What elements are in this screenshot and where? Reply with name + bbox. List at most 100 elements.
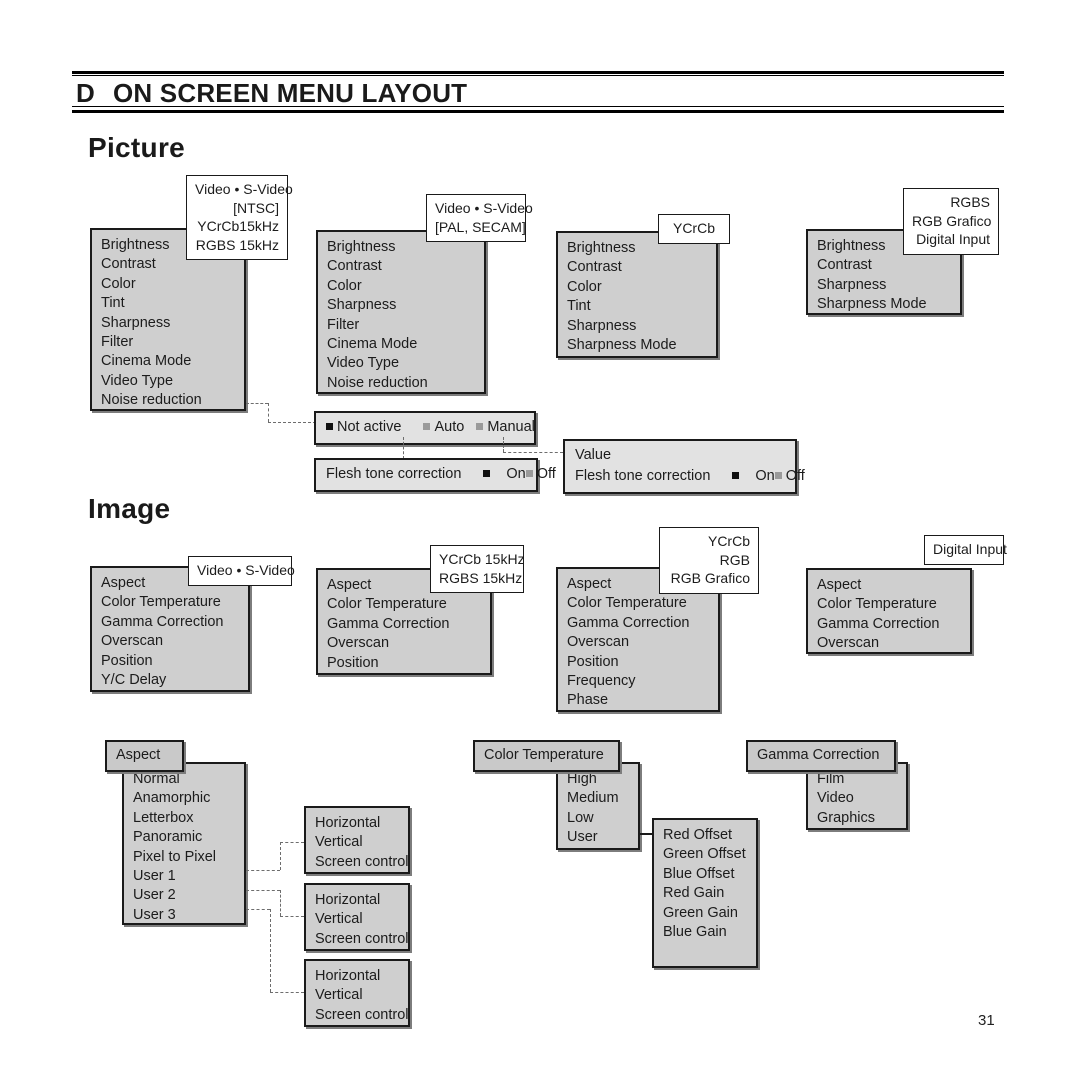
menu-item[interactable]: Gamma Correction	[101, 613, 239, 632]
menu-item[interactable]: Film	[817, 770, 897, 789]
flesh-tone-correction-bar-left[interactable]: Flesh tone correction On Off	[314, 458, 556, 492]
menu-item[interactable]: Horizontal	[315, 891, 399, 910]
menu-item[interactable]: Overscan	[101, 632, 239, 651]
menu-item[interactable]: User	[567, 828, 629, 847]
menu-item[interactable]: Aspect	[817, 576, 961, 595]
menu-item[interactable]: Phase	[567, 691, 709, 710]
flesh-tone-row[interactable]: Flesh tone correction On Off	[575, 466, 805, 487]
menu-item[interactable]: Color	[567, 278, 707, 297]
menu-item[interactable]: Pixel to Pixel	[133, 848, 235, 867]
menu-item[interactable]: Video Type	[101, 372, 235, 391]
menu-item[interactable]: Red Gain	[663, 884, 747, 903]
menu-item[interactable]: Tint	[567, 297, 707, 316]
menu-item[interactable]: Sharpness	[101, 314, 235, 333]
menu-item[interactable]: Position	[327, 654, 481, 673]
option-label[interactable]: Off	[786, 468, 805, 484]
option-label[interactable]: Not active	[337, 419, 401, 435]
radio-selected-icon[interactable]	[732, 472, 740, 479]
menu-item[interactable]: Overscan	[817, 634, 961, 653]
option-label[interactable]: On	[755, 468, 774, 484]
submenu-title-aspect[interactable]: Aspect	[105, 740, 184, 772]
menu-item[interactable]: Gamma Correction	[817, 615, 961, 634]
menu-item[interactable]: Noise reduction	[101, 391, 235, 410]
menu-item[interactable]: Color	[101, 275, 235, 294]
menu-aspect-options[interactable]: Normal Anamorphic Letterbox Panoramic Pi…	[122, 762, 246, 925]
menu-color-temperature-options[interactable]: High Medium Low User	[556, 762, 640, 850]
menu-item[interactable]: Filter	[327, 316, 475, 335]
menu-item[interactable]: Vertical	[315, 986, 399, 1005]
menu-item[interactable]: Tint	[101, 294, 235, 313]
menu-item[interactable]: Y/C Delay	[101, 671, 239, 690]
menu-gamma-correction-options[interactable]: Film Video Graphics	[806, 762, 908, 830]
menu-item[interactable]: Letterbox	[133, 809, 235, 828]
menu-item[interactable]: Red Offset	[663, 826, 747, 845]
menu-item[interactable]: Screen control	[315, 930, 409, 949]
menu-item[interactable]: Horizontal	[315, 814, 399, 833]
menu-item[interactable]: Sharpness	[567, 317, 707, 336]
radio-unselected-icon[interactable]	[476, 423, 484, 430]
radio-unselected-icon[interactable]	[774, 472, 782, 479]
menu-item[interactable]: Sharpness Mode	[567, 336, 707, 355]
menu-item[interactable]: Normal	[133, 770, 235, 789]
menu-item[interactable]: Horizontal	[315, 967, 399, 986]
menu-item[interactable]: Blue Gain	[663, 923, 747, 942]
menu-image-4[interactable]: Aspect Color Temperature Gamma Correctio…	[806, 568, 972, 654]
menu-item[interactable]: Gamma Correction	[567, 614, 709, 633]
menu-item[interactable]: Noise reduction	[327, 374, 475, 393]
menu-item[interactable]: Color	[327, 277, 475, 296]
menu-item[interactable]: Blue Offset	[663, 865, 747, 884]
menu-item[interactable]: Panoramic	[133, 828, 235, 847]
menu-item[interactable]: Color Temperature	[101, 593, 239, 612]
menu-item[interactable]: Graphics	[817, 809, 897, 828]
menu-picture-2[interactable]: Brightness Contrast Color Sharpness Filt…	[316, 230, 486, 394]
menu-item[interactable]: Contrast	[817, 256, 951, 275]
option-label[interactable]: Manual	[487, 419, 535, 435]
menu-user-1-settings[interactable]: Horizontal Vertical Screen control	[304, 806, 410, 874]
option-label[interactable]: On	[506, 466, 525, 482]
menu-item[interactable]: Green Offset	[663, 845, 747, 864]
menu-item[interactable]: Frequency	[567, 672, 709, 691]
menu-item[interactable]: User 2	[133, 886, 235, 905]
option-label[interactable]: Off	[537, 466, 556, 482]
menu-item[interactable]: Vertical	[315, 833, 399, 852]
menu-item[interactable]: Vertical	[315, 910, 399, 929]
menu-item[interactable]: Sharpness	[817, 276, 951, 295]
menu-item[interactable]: Green Gain	[663, 904, 747, 923]
menu-item[interactable]: Gamma Correction	[327, 615, 481, 634]
menu-user-3-settings[interactable]: Horizontal Vertical Screen control	[304, 959, 410, 1027]
menu-item[interactable]: Filter	[101, 333, 235, 352]
menu-user-2-settings[interactable]: Horizontal Vertical Screen control	[304, 883, 410, 951]
menu-item[interactable]: Cinema Mode	[327, 335, 475, 354]
flesh-tone-correction-bar-right[interactable]: Value Flesh tone correction On Off	[563, 439, 805, 494]
submenu-title-color-temperature[interactable]: Color Temperature	[473, 740, 620, 772]
menu-item[interactable]: Sharpness Mode	[817, 295, 951, 314]
menu-item[interactable]: Overscan	[327, 634, 481, 653]
menu-item[interactable]: Position	[567, 653, 709, 672]
menu-item[interactable]: Anamorphic	[133, 789, 235, 808]
menu-item[interactable]: Video	[817, 789, 897, 808]
menu-color-temperature-user-gains[interactable]: Red Offset Green Offset Blue Offset Red …	[652, 818, 758, 968]
submenu-title-gamma-correction[interactable]: Gamma Correction	[746, 740, 896, 772]
radio-unselected-icon[interactable]	[525, 470, 533, 477]
menu-item[interactable]: Contrast	[567, 258, 707, 277]
radio-selected-icon[interactable]	[483, 470, 491, 477]
menu-item[interactable]: Cinema Mode	[101, 352, 235, 371]
menu-item[interactable]: Overscan	[567, 633, 709, 652]
menu-item[interactable]: Color Temperature	[817, 595, 961, 614]
menu-item[interactable]: User 1	[133, 867, 235, 886]
radio-unselected-icon[interactable]	[423, 423, 431, 430]
menu-item[interactable]: User 3	[133, 906, 235, 925]
menu-picture-3[interactable]: Brightness Contrast Color Tint Sharpness…	[556, 231, 718, 358]
menu-item[interactable]: Video Type	[327, 354, 475, 373]
menu-item[interactable]: High	[567, 770, 629, 789]
radio-selected-icon[interactable]	[326, 423, 333, 430]
menu-item[interactable]: Low	[567, 809, 629, 828]
menu-item[interactable]: Medium	[567, 789, 629, 808]
menu-item[interactable]: Color Temperature	[327, 595, 481, 614]
menu-item[interactable]: Screen control	[315, 1006, 409, 1025]
menu-item[interactable]: Color Temperature	[567, 594, 709, 613]
menu-item[interactable]: Sharpness	[327, 296, 475, 315]
menu-item[interactable]: Position	[101, 652, 239, 671]
menu-item[interactable]: Screen control	[315, 853, 409, 872]
menu-item[interactable]: Contrast	[327, 257, 475, 276]
